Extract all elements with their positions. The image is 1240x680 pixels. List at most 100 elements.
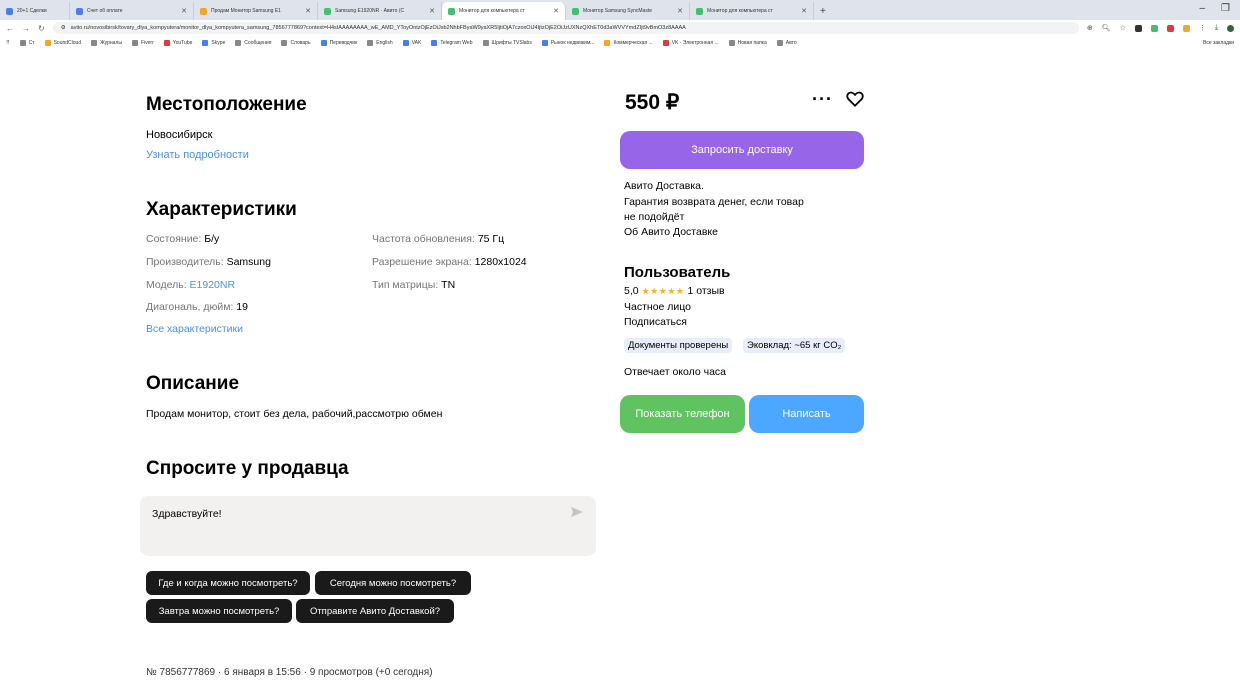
ask-seller-title: Спросите у продавца (146, 458, 349, 479)
delivery-info-line: Авито Доставка. (624, 180, 704, 192)
quick-question-chip[interactable]: Сегодня можно посмотреть? (315, 571, 471, 595)
favorite-heart-icon[interactable] (846, 90, 864, 108)
browser-tab[interactable]: Монитор Samsung SyncMaste ✕ (566, 2, 690, 20)
quick-question-chip[interactable]: Завтра можно посмотреть? (146, 599, 292, 623)
restore-icon[interactable]: ❐ (1221, 3, 1230, 14)
bookmark-star-icon[interactable]: ☆ (1120, 24, 1126, 32)
location-city: Новосибирск (146, 129, 213, 141)
message-input[interactable]: Здравствуйте! (140, 496, 596, 556)
extension-icon[interactable] (1182, 24, 1190, 32)
apps-grid-icon[interactable]: ⠿ (6, 40, 10, 46)
browser-tab[interactable]: Монитор для компьютера ст ✕ (690, 2, 814, 20)
description-title: Описание (146, 373, 240, 394)
bookmark-item[interactable]: Журналы (91, 40, 122, 46)
close-tab-icon[interactable]: ✕ (181, 7, 187, 15)
bookmark-item[interactable]: Переводчик (320, 40, 357, 46)
all-characteristics-link[interactable]: Все характеристики (146, 323, 243, 335)
eco-contribution-badge[interactable]: Эковклад: ~65 кг CO₂ (743, 338, 846, 353)
bookmark-icon (44, 40, 51, 46)
zoom-icon[interactable]: 🔍︎ (1102, 24, 1111, 32)
bookmark-item[interactable]: Шрифты TVSlabs (482, 40, 532, 46)
request-delivery-button[interactable]: Запросить доставку (620, 131, 864, 169)
bookmark-icon (776, 40, 783, 46)
char-condition: Состояние: Б/у (146, 233, 220, 245)
tab-favicon-icon (448, 7, 455, 15)
bookmark-item[interactable]: YouTube (163, 40, 193, 46)
description-text: Продам монитор, стоит без дела, рабочий,… (146, 408, 443, 420)
bookmarks-bar: ⠿ Ст SoundCloud Журналы Fiverr YouTube Skype Со… (0, 36, 1240, 50)
bookmark-item[interactable]: Авто (776, 40, 797, 46)
bookmark-icon (131, 40, 138, 46)
browser-tabbar: 20+1 Сделки Счет об оплате ✕ Продам Мони… (0, 0, 1240, 20)
char-resolution: Разрешение экрана: 1280x1024 (372, 256, 527, 268)
char-manufacturer: Производитель: Samsung (146, 256, 271, 268)
translate-icon[interactable]: ⊕ (1087, 24, 1093, 32)
back-icon[interactable]: ← (6, 24, 14, 33)
bookmark-label: VK - Электронная ... (671, 40, 719, 46)
close-tab-icon[interactable]: ✕ (553, 7, 559, 15)
about-delivery-link[interactable]: Об Авито Доставке (624, 226, 718, 238)
profile-avatar[interactable] (1227, 24, 1234, 32)
browser-tab[interactable]: Продам Монитор Samsung E1 ✕ (194, 2, 318, 20)
forward-icon[interactable]: → (22, 24, 30, 33)
seller-type: Частное лицо (624, 301, 692, 313)
browser-tab-active[interactable]: Монитор для компьютера ст ✕ (442, 2, 566, 20)
bookmark-item[interactable]: Сообщения (235, 40, 271, 46)
bookmark-item[interactable]: Рынок недвижим... (541, 40, 594, 46)
site-info-icon[interactable]: ⚙ (61, 25, 66, 31)
bookmark-icon (604, 40, 611, 46)
bookmark-icon (541, 40, 548, 46)
browser-tab[interactable]: 20+1 Сделки (0, 2, 70, 20)
bookmark-item[interactable]: VK - Электронная ... (662, 40, 719, 46)
close-tab-icon[interactable]: ✕ (429, 7, 435, 15)
bookmark-label: Журналы (100, 40, 122, 46)
quick-question-chip[interactable]: Где и когда можно посмотреть? (146, 571, 310, 595)
location-more-link[interactable]: Узнать подробности (146, 149, 249, 161)
bookmark-label: Fiverr (140, 40, 154, 46)
write-message-button[interactable]: Написать (749, 395, 864, 433)
extension-icon[interactable] (1166, 24, 1174, 32)
url-text: avito.ru/novosibirsk/tovary_dlya_kompyut… (70, 25, 686, 31)
bookmark-item[interactable]: Telegram Web (431, 40, 473, 46)
bookmark-item[interactable]: English (367, 40, 393, 46)
reload-icon[interactable]: ↻ (38, 24, 45, 33)
download-icon[interactable]: ⤓ (1215, 24, 1218, 32)
url-field[interactable]: ⚙ avito.ru/novosibirsk/tovary_dlya_kompy… (52, 22, 1079, 34)
bookmark-icon (91, 40, 98, 46)
bookmark-item[interactable]: SoundCloud (44, 40, 81, 46)
extensions-menu-icon[interactable]: ⋮ (1199, 24, 1206, 32)
browser-tab[interactable]: Samsung E1920NR · Авито (С ✕ (318, 2, 442, 20)
all-bookmarks[interactable]: Все закладки (1203, 40, 1234, 46)
bookmark-item[interactable]: Fiverr (131, 40, 154, 46)
close-tab-icon[interactable]: ✕ (801, 7, 807, 15)
bookmark-item[interactable]: Словарь (281, 40, 311, 46)
char-model: Модель: E1920NR (146, 279, 236, 291)
browser-tab[interactable]: Счет об оплате ✕ (70, 2, 194, 20)
bookmark-item[interactable]: Коммерческая ... (604, 40, 653, 46)
bookmark-label: English (376, 40, 393, 46)
model-link[interactable]: E1920NR (190, 279, 236, 291)
bookmark-item[interactable]: Новая папка (728, 40, 767, 46)
extension-icon[interactable] (1134, 24, 1142, 32)
characteristics-title: Характеристики (146, 199, 297, 220)
tab-favicon-icon (572, 7, 579, 15)
extension-icon[interactable] (1150, 24, 1158, 32)
bookmark-item[interactable]: VAK (402, 40, 421, 46)
send-icon[interactable] (570, 506, 584, 518)
bookmark-label: YouTube (172, 40, 193, 46)
quick-question-chip[interactable]: Отправите Авито Доставкой? (296, 599, 454, 623)
bookmark-item[interactable]: Ст (19, 40, 35, 46)
more-options-icon[interactable]: ··· (812, 89, 833, 110)
bookmark-item[interactable]: Skype (202, 40, 225, 46)
reviews-count[interactable]: 1 отзыв (687, 285, 724, 297)
subscribe-link[interactable]: Подписаться (624, 316, 687, 328)
new-tab-button[interactable]: + (814, 2, 832, 20)
minimize-icon[interactable]: – (1199, 3, 1205, 14)
close-tab-icon[interactable]: ✕ (677, 7, 683, 15)
location-title: Местоположение (146, 94, 307, 115)
show-phone-button[interactable]: Показать телефон (620, 395, 745, 433)
close-tab-icon[interactable]: ✕ (305, 7, 311, 15)
bookmark-icon (320, 40, 327, 46)
seller-name[interactable]: Пользователь (624, 264, 730, 281)
bookmark-icon (662, 40, 669, 46)
